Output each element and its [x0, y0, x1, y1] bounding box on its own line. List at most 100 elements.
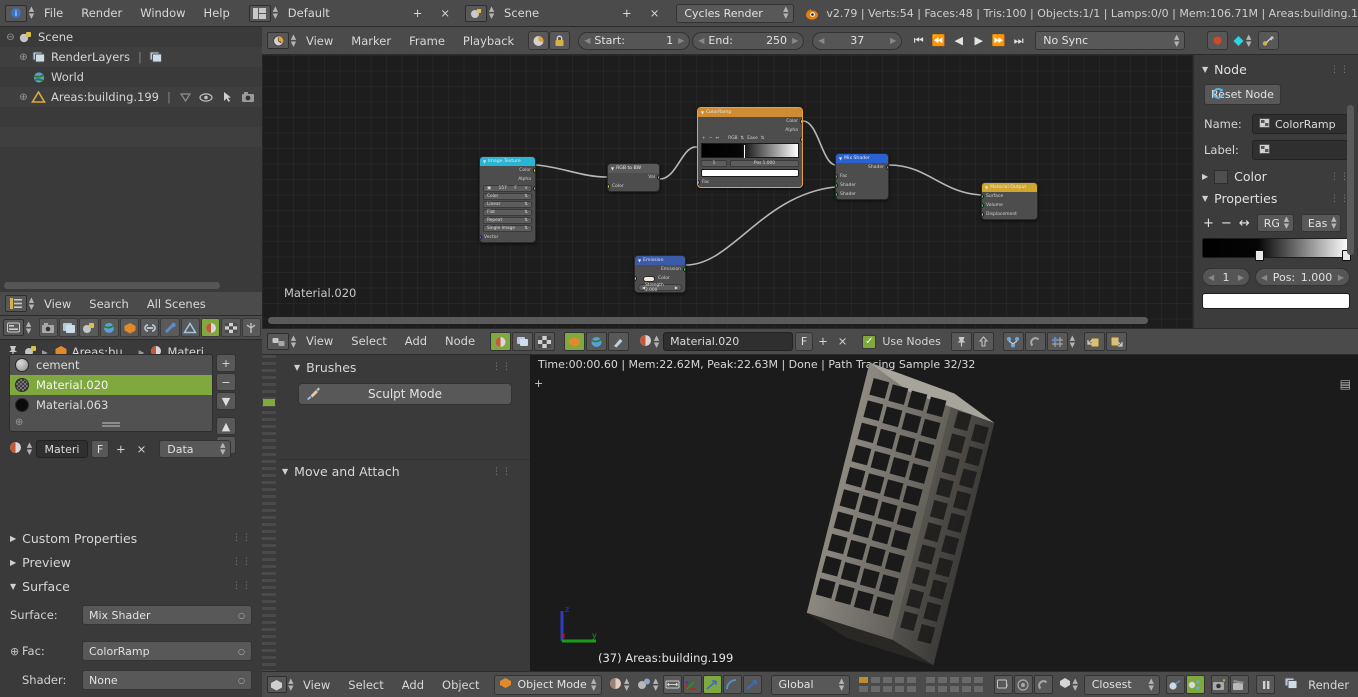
sculpt-mode-button[interactable]: Sculpt Mode — [298, 383, 512, 405]
remove-stop-icon[interactable]: − — [709, 136, 713, 141]
increment-icon[interactable]: ▶ — [890, 36, 896, 45]
tab-modifiers[interactable] — [160, 318, 180, 337]
panel-custom-properties[interactable]: ▶ Custom Properties ⋮⋮ — [0, 526, 262, 550]
use-nodes-toggle[interactable]: ✓ Use Nodes — [862, 334, 941, 349]
render-engine-dropdown[interactable]: Cycles Render ▲ ▼ — [676, 3, 795, 23]
keyframe-type-selector[interactable]: ▲ ▼ — [1232, 33, 1252, 48]
shading-spinner[interactable]: ▲ ▼ — [623, 677, 630, 692]
layer-cell[interactable] — [949, 685, 961, 693]
socket-surface[interactable] — [982, 194, 984, 199]
camera-data-icon[interactable] — [240, 90, 257, 105]
material-slot-list[interactable]: cement Material.020 Material.063 ⊕ — [9, 354, 213, 432]
render-shading-icon[interactable] — [1165, 675, 1185, 694]
slot-world-icon[interactable] — [586, 332, 608, 351]
play-reverse-icon[interactable]: ◀ — [950, 32, 967, 50]
remove-stop-icon[interactable]: − — [1221, 216, 1232, 231]
increment-icon[interactable]: ▶ — [792, 36, 798, 45]
unlink-material-button[interactable]: × — [833, 332, 853, 351]
node-header[interactable]: ▼ Mix Shader — [836, 154, 888, 163]
node-input-fac[interactable]: Fac — [836, 172, 888, 181]
fake-user-button[interactable]: F — [795, 332, 814, 351]
tab-constraints[interactable] — [140, 318, 160, 337]
renderlayer-data-icon[interactable] — [148, 50, 165, 65]
menu-view[interactable]: View — [35, 292, 80, 316]
start-frame-field[interactable]: ◀ Start: 1 ▶ — [578, 31, 691, 50]
outliner-horizontal-scrollbar[interactable] — [4, 282, 220, 289]
rotate-manipulator-icon[interactable] — [702, 675, 722, 694]
node-input-surface[interactable]: Surface — [982, 192, 1037, 201]
socket-color[interactable] — [635, 276, 637, 281]
tab-render-layers[interactable] — [58, 318, 79, 337]
outliner-editor-icon[interactable] — [5, 295, 27, 312]
node-output-color[interactable]: Color — [480, 166, 535, 175]
layer-cell[interactable] — [949, 676, 961, 684]
node-input-displacement[interactable]: Displacement — [982, 210, 1037, 219]
node-color-space[interactable]: Color ⇅ — [483, 193, 532, 200]
slot-specials-button[interactable]: ▼ — [216, 392, 236, 410]
decrement-icon[interactable]: ◀ — [818, 36, 824, 45]
scale-manipulator-alt-icon[interactable] — [742, 675, 762, 694]
panel-properties-header[interactable]: ▼ Properties ⋮⋮ — [1194, 186, 1358, 208]
pin-icon[interactable] — [950, 332, 972, 351]
menu-select[interactable]: Select — [339, 672, 392, 697]
copy-to-clipboard-icon[interactable] — [1083, 332, 1105, 351]
node-rgb-to-bw[interactable]: ▼ RGB to BW Val Color — [607, 163, 660, 192]
scene-name[interactable]: Scene — [495, 0, 613, 27]
restrict-render-icon[interactable] — [177, 90, 194, 105]
layer-cell[interactable] — [937, 676, 949, 684]
menu-file[interactable]: File — [35, 0, 72, 27]
tab-world[interactable] — [99, 318, 119, 337]
node-projection[interactable]: Flat ⇅ — [483, 209, 532, 216]
node-colorramp[interactable]: ▼ ColorRamp Color Alpha + − ↔ RGB ⇅ Ease… — [697, 107, 803, 188]
layer-cell[interactable] — [973, 685, 985, 693]
stop-color-swatch[interactable] — [701, 169, 799, 177]
layer-cell[interactable] — [906, 685, 918, 693]
snap-icon[interactable] — [528, 31, 550, 50]
fake-user-mini[interactable]: F — [514, 186, 516, 191]
flip-ramp-icon[interactable]: ↔ — [715, 136, 719, 141]
snap-grid-icon[interactable] — [1046, 332, 1068, 351]
tab-data[interactable] — [180, 318, 201, 337]
node-input-fac[interactable]: Fac — [698, 178, 802, 187]
snap-magnet-icon[interactable] — [1024, 332, 1046, 351]
layer-cell[interactable] — [894, 685, 906, 693]
new-material-button[interactable]: + — [813, 332, 833, 351]
current-frame-field[interactable]: ◀ 37 ▶ — [812, 31, 903, 50]
jump-to-start-icon[interactable]: ⏮ — [910, 32, 927, 50]
node-interpolation[interactable]: Linear ⇅ — [483, 201, 532, 208]
layer-cell[interactable] — [973, 676, 985, 684]
socket-fac[interactable] — [698, 180, 700, 185]
socket-shader-out[interactable] — [886, 165, 888, 170]
reset-node-button[interactable]: Reset Node — [1204, 84, 1281, 105]
node-strength-field[interactable]: ◀ Strength 2.000 ▶ — [638, 283, 682, 292]
layer-cell[interactable] — [925, 676, 937, 684]
scene-layers-group-2[interactable] — [925, 676, 985, 693]
sidebar-vertical-scrollbar[interactable] — [1347, 105, 1354, 255]
panel-node-header[interactable]: ▼ Node ⋮⋮ — [1194, 55, 1358, 79]
socket-displacement[interactable] — [982, 212, 984, 217]
stop-pos-field[interactable]: Pos 1.000 — [730, 160, 799, 167]
node-output-alpha[interactable]: Alpha — [698, 126, 802, 142]
node-name-input[interactable]: ColorRamp — [1252, 114, 1348, 134]
node-image-texture[interactable]: ▼ Image Texture Color Alpha ▣ 157 F × Co… — [479, 156, 536, 243]
material-datablock-selector[interactable]: ▲ ▼ Material.020 F + × — [638, 332, 852, 351]
menu-node[interactable]: Node — [436, 328, 484, 355]
tab-object[interactable] — [119, 318, 140, 337]
node-mix-shader[interactable]: ▼ Mix Shader Shader Fac Shader Shader — [835, 153, 889, 200]
panel-move-and-attach[interactable]: ▼ Move and Attach ⋮⋮ — [276, 459, 530, 483]
panel-preview[interactable]: ▶ Preview ⋮⋮ — [0, 550, 262, 574]
node-emission[interactable]: ▼ Emission Emission Color ◀ Strength 2.0… — [634, 255, 686, 293]
add-slot-button[interactable]: + — [216, 354, 236, 372]
colorramp-stop[interactable] — [1255, 250, 1264, 261]
socket-color[interactable] — [800, 119, 802, 124]
render-layer-selector[interactable]: Render — [1284, 672, 1358, 697]
add-scene-button[interactable]: + — [613, 0, 641, 27]
material-name-field[interactable]: Materi — [36, 440, 88, 458]
opengl-render-anim-icon[interactable] — [1230, 675, 1250, 694]
node-input-shader2[interactable]: Shader — [836, 190, 888, 199]
collapse-icon[interactable]: ▼ — [638, 258, 641, 263]
emission-color-swatch[interactable] — [643, 275, 655, 282]
decrement-icon[interactable]: ◀ — [584, 36, 590, 45]
colormode-value[interactable]: RGB — [728, 136, 737, 141]
snap-spinner[interactable]: ▲ ▼ — [1069, 334, 1076, 349]
